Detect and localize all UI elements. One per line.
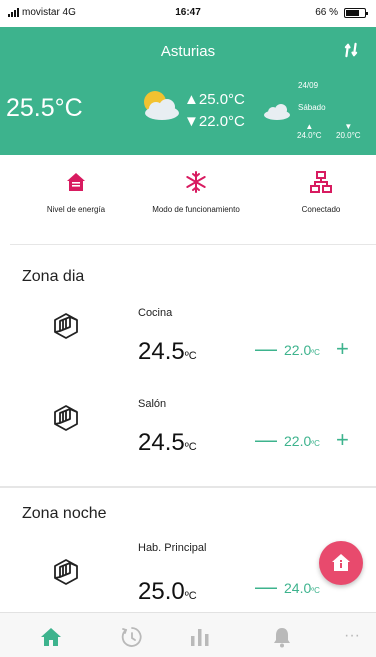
stats-icon[interactable] — [188, 625, 212, 649]
city-name: Asturias — [160, 43, 216, 60]
forecast-low: ▼ 20.0°C — [336, 122, 361, 140]
house-info-icon — [332, 554, 350, 571]
forecast-day: Sábado — [298, 103, 326, 112]
decrease-setpoint-button[interactable]: — — [255, 576, 277, 598]
increase-setpoint-button[interactable]: + — [336, 338, 349, 360]
setpoint-unit: ºC — [311, 586, 320, 595]
more-icon[interactable]: ··· — [340, 625, 364, 649]
today-low: ▼22.0°C — [184, 113, 245, 130]
radiator-icon — [54, 559, 78, 585]
room-temperature-unit: ºC — [184, 441, 197, 453]
quick-actions: Nivel de energía Modo de funcionamiento … — [0, 170, 376, 234]
forecast-low-value: 20.0°C — [336, 131, 361, 140]
network-icon — [310, 171, 332, 193]
setpoint: 22.0ºC — [284, 433, 320, 449]
current-temperature: 25.5°C — [6, 94, 83, 122]
bell-icon[interactable] — [270, 625, 294, 649]
room-card-hab-principal[interactable]: Hab. Principal 25.0ºC — 24.0ºC — [0, 534, 376, 624]
battery-icon — [344, 8, 368, 18]
setpoint: 24.0ºC — [284, 580, 320, 596]
setpoint-value: 22.0 — [284, 342, 312, 358]
snowflake-icon — [186, 171, 206, 193]
partly-cloudy-icon — [144, 91, 179, 120]
radiator-icon — [54, 313, 78, 339]
room-name: Hab. Principal — [138, 542, 207, 554]
room-name: Cocina — [138, 307, 173, 319]
energy-level-button[interactable]: Nivel de energía — [36, 170, 116, 214]
operating-mode-button[interactable]: Modo de funcionamiento — [132, 170, 260, 214]
room-temperature-unit: ºC — [184, 590, 197, 602]
forecast-high-value: 24.0°C — [297, 131, 322, 140]
weather-header: Asturias 25.5°C ▲25.0°C ▼22.0°C 24/09 Sá… — [0, 27, 376, 155]
forecast-date: 24/09 — [298, 81, 319, 90]
room-temperature: 24.5ºC — [138, 429, 197, 457]
setpoint: 22.0ºC — [284, 342, 320, 358]
forecast-high: ▲ 24.0°C — [297, 122, 322, 140]
room-card-cocina[interactable]: Cocina 24.5ºC — 22.0ºC + — [0, 300, 376, 390]
room-temperature: 24.5ºC — [138, 338, 197, 366]
up-arrow-icon: ▲ — [305, 122, 314, 131]
connection-status-button[interactable]: Conectado — [287, 170, 355, 214]
decrease-setpoint-button[interactable]: — — [255, 429, 277, 451]
cloud-icon — [264, 104, 290, 120]
room-name: Salón — [138, 398, 167, 410]
clock-icon[interactable] — [120, 625, 144, 649]
refresh-icon[interactable] — [336, 35, 366, 65]
room-card-salon[interactable]: Salón 24.5ºC — 22.0ºC + — [0, 391, 376, 481]
room-temperature-unit: ºC — [184, 350, 197, 362]
setpoint-unit: ºC — [311, 439, 320, 448]
home-icon[interactable] — [39, 625, 63, 649]
divider — [10, 244, 376, 245]
setpoint-value: 24.0 — [284, 580, 312, 596]
house-energy-icon — [67, 173, 85, 191]
zone-separator — [0, 486, 376, 488]
down-arrow-icon: ▼ — [344, 122, 353, 131]
home-settings-fab[interactable] — [319, 541, 363, 585]
today-high: ▲25.0°C — [184, 91, 245, 108]
zone-title-day: Zona dia — [22, 268, 85, 285]
zone-title-night: Zona noche — [22, 505, 107, 522]
room-temperature-value: 24.5 — [138, 338, 185, 365]
radiator-icon — [54, 405, 78, 431]
operating-mode-label: Modo de funcionamiento — [152, 205, 240, 214]
decrease-setpoint-button[interactable]: — — [255, 338, 277, 360]
status-bar: movistar 4G 16:47 66 % — [0, 0, 376, 27]
room-temperature-value: 25.0 — [138, 578, 185, 605]
increase-setpoint-button[interactable]: + — [336, 429, 349, 451]
bottom-navigation: ··· — [0, 612, 376, 657]
room-temperature: 25.0ºC — [138, 578, 197, 606]
setpoint-value: 22.0 — [284, 433, 312, 449]
battery-percent: 66 % — [315, 7, 338, 18]
setpoint-unit: ºC — [311, 348, 320, 357]
connected-label: Conectado — [301, 205, 341, 214]
energy-level-label: Nivel de energía — [46, 205, 106, 214]
room-temperature-value: 24.5 — [138, 429, 185, 456]
